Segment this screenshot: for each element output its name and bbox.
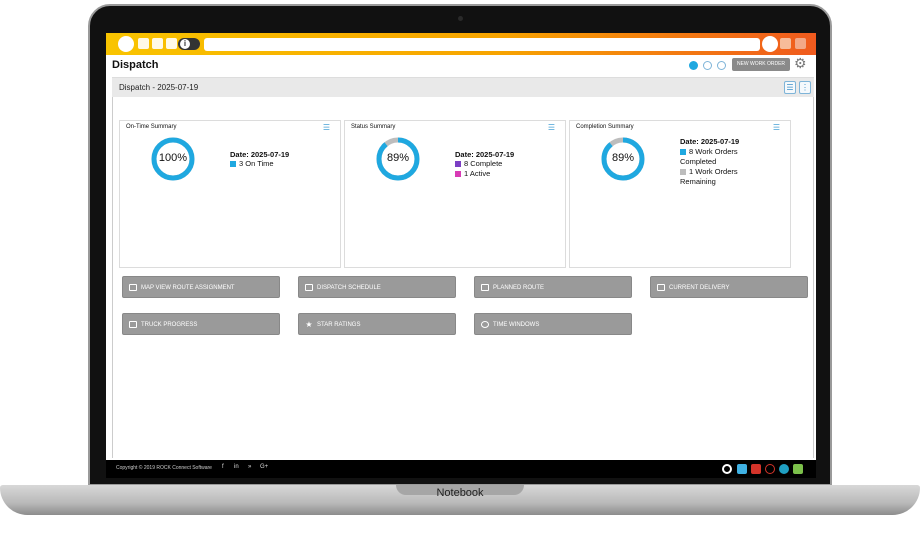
camera — [458, 16, 463, 21]
partner-logo-icon — [779, 464, 789, 474]
donut-percent: 89% — [611, 152, 635, 164]
status-summary-card: Status Summary ☰ 89% Date: 2025-07-19 8 … — [344, 120, 566, 268]
legend-item: 1 Work Orders — [680, 167, 738, 176]
card-title: Completion Summary — [576, 124, 634, 130]
current-delivery-button[interactable]: CURRENT DELIVERY — [650, 276, 808, 298]
star-icon: ★ — [305, 320, 313, 329]
legend-item: 1 Active — [455, 169, 490, 178]
donut-percent: 89% — [386, 152, 410, 164]
card-date: Date: 2025-07-19 — [455, 150, 515, 159]
screen: i Dispatch NEW WORK ORDER ⚙ Dispatch - 2… — [106, 33, 816, 478]
info-toggle[interactable]: i — [178, 38, 200, 50]
legend-text-line2: Remaining — [680, 177, 716, 186]
button-label: CURRENT DELIVERY — [669, 285, 730, 291]
more-options-icon[interactable]: ⋮ — [799, 81, 811, 94]
clock-icon — [481, 321, 489, 328]
google-plus-icon[interactable]: G+ — [260, 464, 268, 470]
legend-text: 8 Complete — [464, 159, 503, 168]
clock-icon[interactable] — [689, 61, 698, 70]
card-menu-icon[interactable]: ☰ — [548, 123, 555, 132]
delivery-icon — [657, 284, 665, 291]
button-label: TIME WINDOWS — [493, 322, 540, 328]
partner-logo-icon — [737, 464, 747, 474]
card-date: Date: 2025-07-19 — [680, 137, 740, 146]
button-label: STAR RATINGS — [317, 322, 361, 328]
new-work-order-button[interactable]: NEW WORK ORDER — [732, 58, 790, 71]
legend-text: 3 On Time — [239, 159, 274, 168]
copyright-text: Copyright © 2019 ROCK Connect Software — [116, 465, 212, 471]
legend-swatch — [230, 161, 236, 168]
calendar-icon[interactable] — [138, 38, 149, 49]
planned-route-button[interactable]: PLANNED ROUTE — [474, 276, 632, 298]
time-windows-button[interactable]: TIME WINDOWS — [474, 313, 632, 335]
dispatch-subbar: Dispatch - 2025-07-19 ☰ ⋮ — [112, 77, 814, 97]
dispatch-date-title: Dispatch - 2025-07-19 — [119, 83, 199, 92]
truck-progress-button[interactable]: TRUCK PROGRESS — [122, 313, 280, 335]
legend-text-line2: Completed — [680, 157, 717, 166]
user-avatar[interactable] — [762, 36, 778, 52]
search-input[interactable] — [204, 38, 760, 51]
refresh-icon[interactable] — [703, 61, 712, 70]
linkedin-icon[interactable]: in — [234, 464, 239, 470]
completion-summary-card: Completion Summary ☰ 89% Date: 2025-07-1… — [569, 120, 791, 268]
map-view-route-assignment-button[interactable]: MAP VIEW ROUTE ASSIGNMENT — [122, 276, 280, 298]
card-date: Date: 2025-07-19 — [230, 150, 290, 159]
info-icon: i — [180, 39, 190, 49]
dashboard-content: On-Time Summary ☰ 100% Date: 2025-07-19 … — [112, 97, 814, 458]
settings-small-icon[interactable] — [717, 61, 726, 70]
legend-text: 1 Work Orders — [689, 167, 738, 176]
card-menu-icon[interactable]: ☰ — [323, 123, 330, 132]
footer: Copyright © 2019 ROCK Connect Software f… — [106, 460, 816, 478]
card-title: Status Summary — [351, 124, 396, 130]
route-icon — [481, 284, 489, 291]
truck-icon — [129, 321, 137, 328]
home-icon[interactable] — [118, 36, 134, 52]
legend-text: 8 Work Orders — [689, 147, 738, 156]
map-icon — [129, 284, 137, 291]
logout-icon[interactable] — [795, 38, 806, 49]
list-view-icon[interactable]: ☰ — [784, 81, 796, 94]
partner-logo-icon — [793, 464, 803, 474]
button-label: DISPATCH SCHEDULE — [317, 285, 381, 291]
legend-swatch — [455, 171, 461, 178]
partner-logo-icon — [722, 464, 732, 474]
gear-icon[interactable]: ⚙ — [794, 55, 807, 71]
facebook-icon[interactable]: f — [222, 464, 224, 470]
help-icon[interactable] — [780, 38, 791, 49]
button-label: MAP VIEW ROUTE ASSIGNMENT — [141, 285, 235, 291]
star-ratings-button[interactable]: ★ STAR RATINGS — [298, 313, 456, 335]
legend-item: 8 Work Orders — [680, 147, 738, 156]
legend-swatch — [680, 149, 686, 156]
truck-schedule-icon — [305, 284, 313, 291]
partner-logo-icon — [751, 464, 761, 474]
legend-item: 8 Complete — [455, 159, 502, 168]
legend-text: 1 Active — [464, 169, 491, 178]
legend-swatch — [455, 161, 461, 168]
legend-swatch — [680, 169, 686, 176]
partner-logo-icon — [765, 464, 775, 474]
card-menu-icon[interactable]: ☰ — [773, 123, 780, 132]
donut-percent: 100% — [158, 152, 188, 164]
card-title: On-Time Summary — [126, 124, 177, 130]
report-icon[interactable] — [166, 38, 177, 49]
dispatch-schedule-button[interactable]: DISPATCH SCHEDULE — [298, 276, 456, 298]
button-label: PLANNED ROUTE — [493, 285, 545, 291]
calendar-grid-icon[interactable] — [152, 38, 163, 49]
notebook-label: Notebook — [436, 487, 484, 499]
on-time-summary-card: On-Time Summary ☰ 100% Date: 2025-07-19 … — [119, 120, 341, 268]
twitter-icon[interactable]: » — [248, 464, 251, 470]
legend-item: 3 On Time — [230, 159, 274, 168]
top-toolbar: i — [106, 33, 816, 55]
button-label: TRUCK PROGRESS — [141, 322, 198, 328]
page-title: Dispatch — [112, 59, 159, 71]
